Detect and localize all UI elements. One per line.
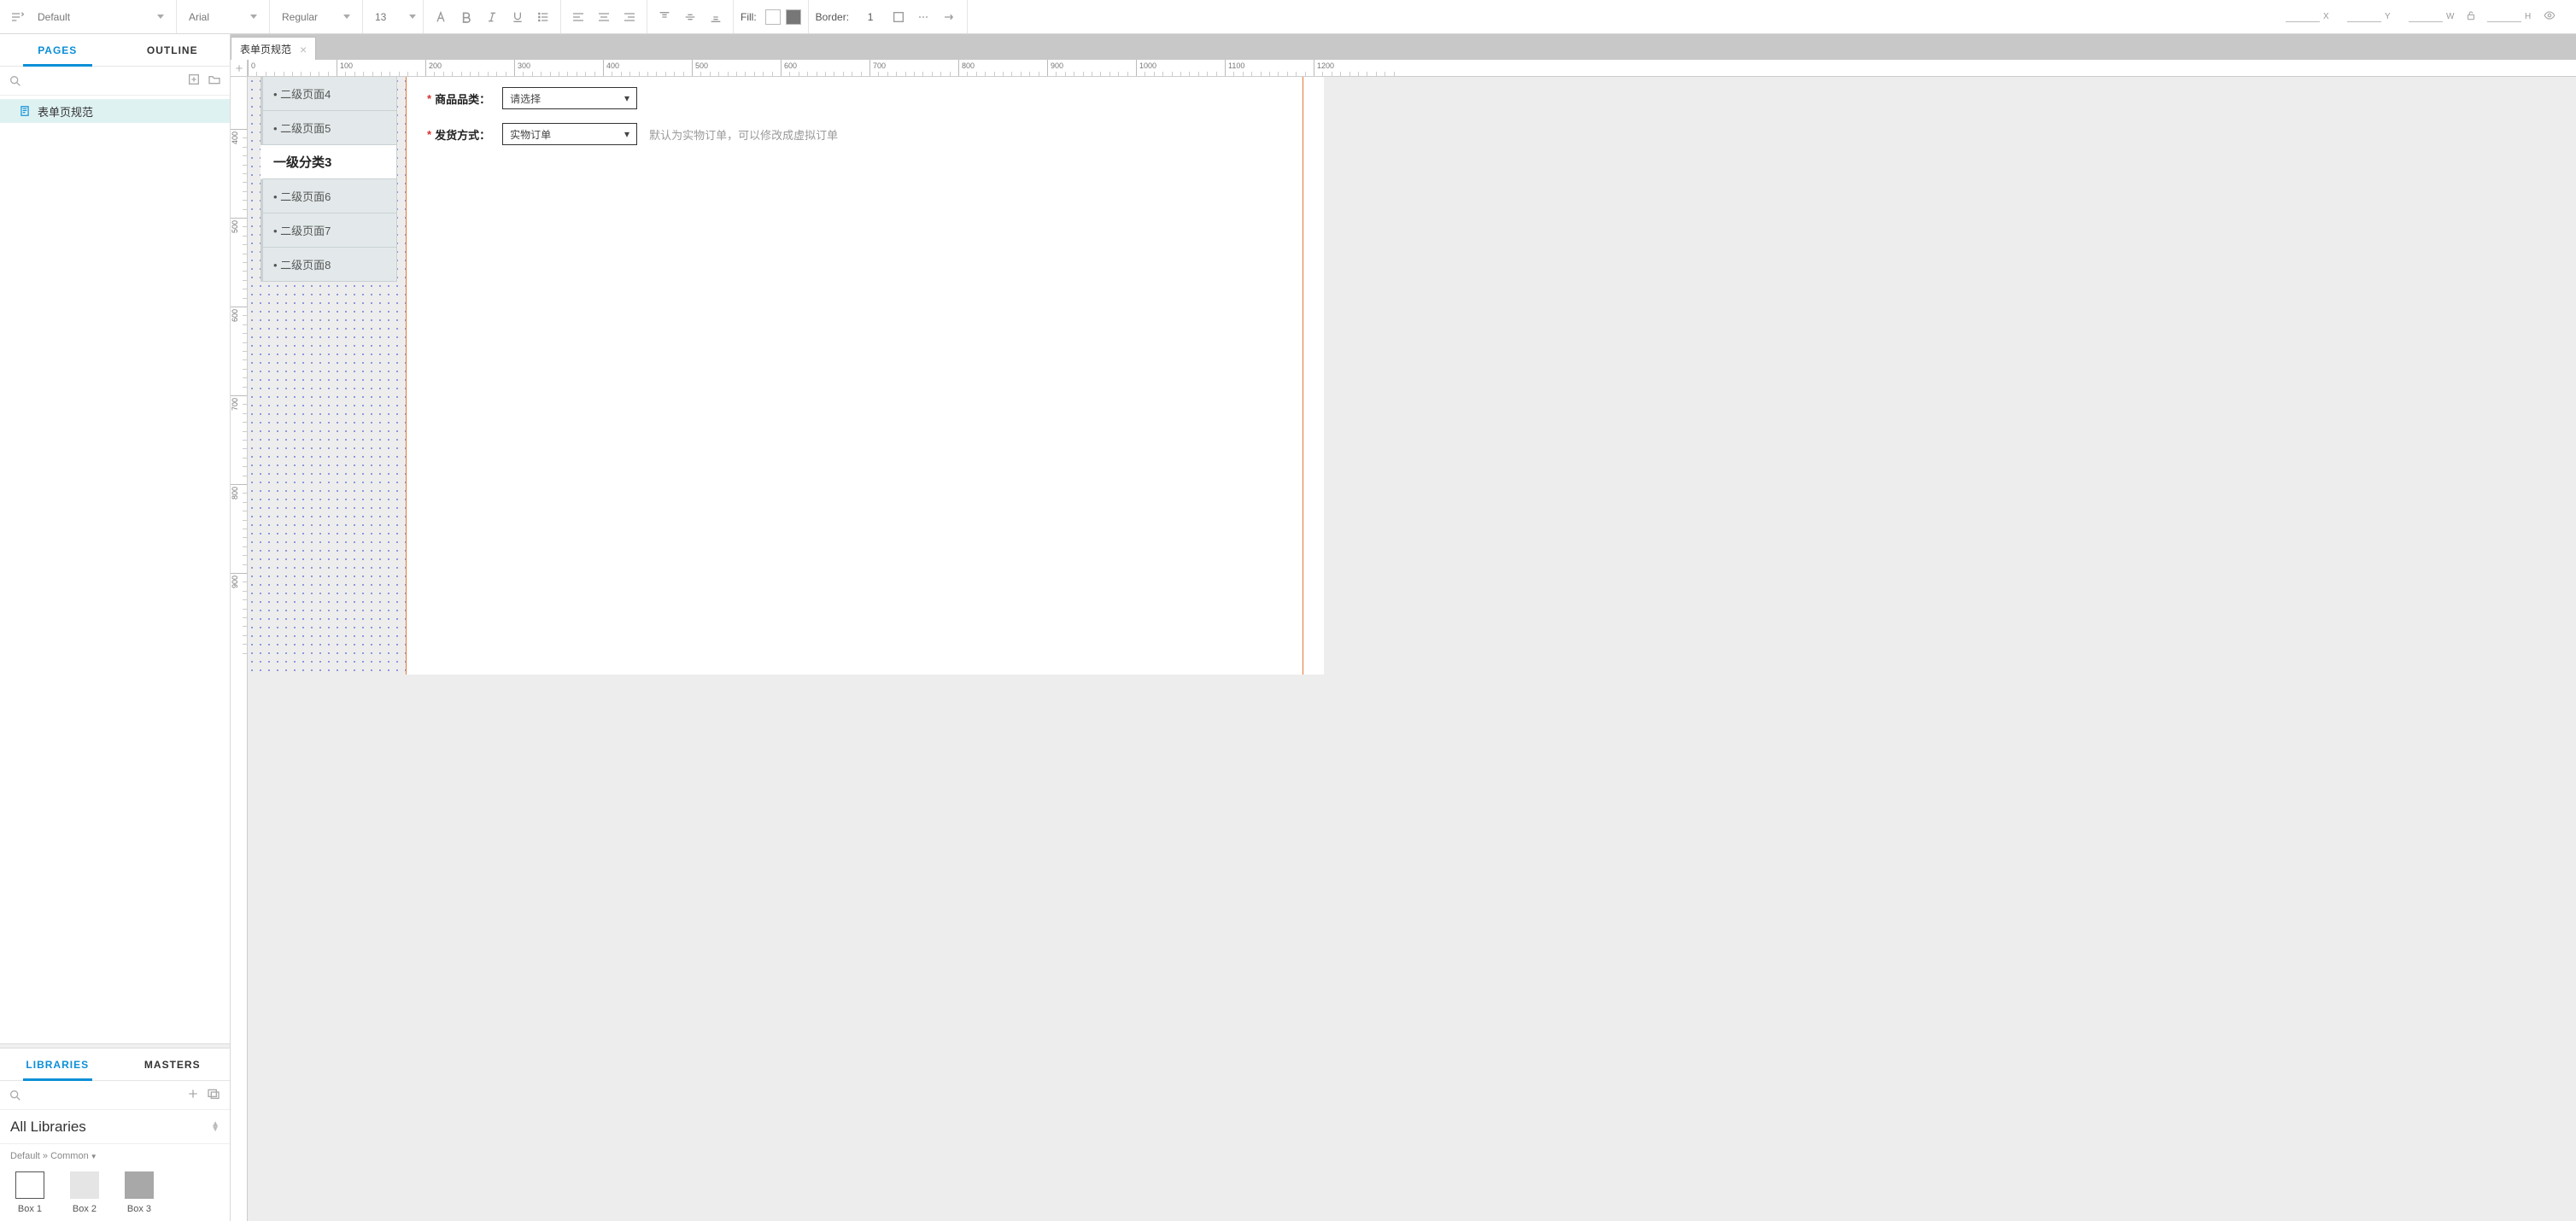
library-selector[interactable]: All Libraries ▲▼ <box>0 1110 230 1144</box>
search-icon <box>9 1089 22 1102</box>
tab-outline[interactable]: OUTLINE <box>115 34 231 66</box>
add-folder-icon[interactable] <box>208 73 221 89</box>
text-color-icon[interactable] <box>430 7 451 27</box>
nav-item[interactable]: • 二级页面4 <box>261 77 397 111</box>
font-weight-label: Regular <box>282 11 318 23</box>
font-size-dropdown[interactable]: 13 <box>370 6 399 28</box>
select-value: 请选择 <box>510 91 541 106</box>
bold-icon[interactable] <box>456 7 477 27</box>
library-section-header[interactable]: Default » Common▼ <box>0 1144 230 1165</box>
search-icon <box>9 74 22 88</box>
ruler-horizontal[interactable]: 0100200300400500600700800900100011001200 <box>248 60 2576 77</box>
required-asterisk: * <box>427 128 431 141</box>
font-size-label: 13 <box>375 11 386 23</box>
paragraph-style-icon[interactable] <box>7 7 27 27</box>
canvas-area[interactable]: 0100200300400500600700800900100011001200… <box>231 60 2576 1221</box>
border-color-icon[interactable] <box>888 7 909 27</box>
canvas-viewport[interactable]: * 商品品类： 请选择 ▾ * 发货方式： 实物订单 <box>248 77 2576 1221</box>
font-dropdown[interactable]: Arial <box>184 6 262 28</box>
pos-x-field[interactable]: X <box>2286 12 2332 22</box>
page-item-label: 表单页规范 <box>38 103 93 120</box>
field-hint: 默认为实物订单，可以修改成虚拟订单 <box>649 126 838 143</box>
align-middle-icon[interactable] <box>680 7 700 27</box>
italic-icon[interactable] <box>482 7 502 27</box>
pages-panel-tabs: PAGES OUTLINE <box>0 34 230 67</box>
border-arrow-icon[interactable] <box>940 7 960 27</box>
nav-item[interactable]: • 二级页面7 <box>261 213 397 248</box>
required-asterisk: * <box>427 92 431 105</box>
libraries-panel-tabs: LIBRARIES MASTERS <box>0 1049 230 1081</box>
top-toolbar: Default Arial Regular 13 Fill: <box>0 0 2576 34</box>
chevron-down-icon: ▾ <box>624 128 629 140</box>
mock-page: * 商品品类： 请选择 ▾ * 发货方式： 实物订单 <box>406 77 1324 675</box>
canvas-region: 表单页规范 × 01002003004005006007008009001000… <box>231 34 2576 1221</box>
pos-h-field[interactable]: H <box>2487 12 2533 22</box>
document-tabbar: 表单页规范 × <box>231 34 2576 60</box>
close-icon[interactable]: × <box>300 43 307 56</box>
tab-pages[interactable]: PAGES <box>0 34 115 66</box>
library-item-box2[interactable]: Box 2 <box>70 1171 99 1214</box>
tab-libraries[interactable]: LIBRARIES <box>0 1049 115 1080</box>
border-label: Border: <box>816 11 849 23</box>
category-select[interactable]: 请选择 ▾ <box>502 87 637 109</box>
chevron-down-icon <box>409 15 416 19</box>
add-page-icon[interactable] <box>187 73 201 89</box>
lock-icon[interactable] <box>2465 9 2477 24</box>
tab-masters[interactable]: MASTERS <box>115 1049 231 1080</box>
chevron-down-icon <box>157 15 164 19</box>
underline-icon[interactable] <box>507 7 528 27</box>
mock-nav-sidebar: • 二级页面4 • 二级页面5 一级分类3 • 二级页面6 • 二级页面7 • … <box>261 77 397 282</box>
pages-search-input[interactable] <box>29 74 180 87</box>
ruler-vertical[interactable]: 400500600700800900 <box>231 77 248 1221</box>
form-row-shipping: * 发货方式： 实物订单 ▾ 默认为实物订单，可以修改成虚拟订单 <box>427 123 838 145</box>
style-dropdown[interactable]: Default <box>32 6 169 28</box>
visibility-icon[interactable] <box>2544 9 2556 24</box>
field-label: 发货方式： <box>435 126 490 143</box>
libraries-search-bar <box>0 1081 230 1110</box>
bullet-list-icon[interactable] <box>533 7 553 27</box>
left-sidebar: PAGES OUTLINE 表单页规范 LIBRARIES MASTERS <box>0 34 231 1221</box>
shipping-select[interactable]: 实物订单 ▾ <box>502 123 637 145</box>
align-center-icon[interactable] <box>594 7 614 27</box>
nav-group-header[interactable]: 一级分类3 <box>261 145 397 179</box>
document-tab[interactable]: 表单页规范 × <box>231 37 316 61</box>
font-weight-dropdown[interactable]: Regular <box>277 6 355 28</box>
updown-icon: ▲▼ <box>211 1122 220 1132</box>
nav-item[interactable]: • 二级页面6 <box>261 179 397 213</box>
align-right-icon[interactable] <box>619 7 640 27</box>
align-left-icon[interactable] <box>568 7 588 27</box>
pos-w-field[interactable]: W <box>2409 12 2455 22</box>
library-window-icon[interactable] <box>207 1087 220 1103</box>
border-style-icon[interactable] <box>914 7 934 27</box>
fill-label: Fill: <box>741 11 757 23</box>
ruler-origin[interactable] <box>231 60 248 77</box>
font-dropdown-label: Arial <box>189 11 209 23</box>
fill-swatch-color[interactable] <box>786 9 801 25</box>
field-label: 商品品类： <box>435 91 490 107</box>
fill-swatch-none[interactable] <box>765 9 781 25</box>
libraries-search-input[interactable] <box>29 1089 179 1101</box>
nav-item[interactable]: • 二级页面8 <box>261 248 397 282</box>
chevron-down-icon <box>343 15 350 19</box>
align-top-icon[interactable] <box>654 7 675 27</box>
pages-search-bar <box>0 67 230 96</box>
pos-y-field[interactable]: Y <box>2347 12 2393 22</box>
library-item-box1[interactable]: Box 1 <box>15 1171 44 1214</box>
document-tab-label: 表单页规范 <box>240 42 291 56</box>
form-row-category: * 商品品类： 请选择 ▾ <box>427 87 637 109</box>
library-item-box3[interactable]: Box 3 <box>125 1171 154 1214</box>
select-value: 实物订单 <box>510 127 551 142</box>
align-bottom-icon[interactable] <box>705 7 726 27</box>
triangle-down-icon: ▼ <box>91 1153 97 1160</box>
pages-tree: 表单页规范 <box>0 96 230 1043</box>
border-width-input[interactable]: 1 <box>858 11 883 23</box>
library-selector-label: All Libraries <box>10 1119 86 1136</box>
nav-item[interactable]: • 二级页面5 <box>261 111 397 145</box>
style-dropdown-label: Default <box>38 11 70 23</box>
page-item[interactable]: 表单页规范 <box>0 99 230 123</box>
chevron-down-icon: ▾ <box>624 92 629 104</box>
add-library-icon[interactable] <box>186 1087 200 1103</box>
library-items: Box 1 Box 2 Box 3 <box>0 1165 230 1221</box>
chevron-down-icon <box>250 15 257 19</box>
